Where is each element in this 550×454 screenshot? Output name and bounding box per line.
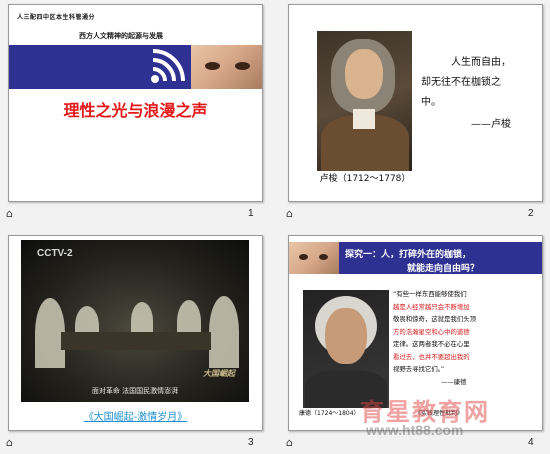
portrait-caption: 卢梭（1712～1778）	[319, 174, 411, 184]
video-link[interactable]: 《大国崛起-激情岁月》	[9, 408, 262, 423]
slide-marker-icon: ⌂	[286, 207, 293, 220]
slide-number-4: 4	[528, 437, 534, 448]
slide-marker-icon: ⌂	[6, 436, 13, 449]
inquiry-heading-line1: 探究一：人，打碎外在的枷锁，	[345, 250, 472, 260]
kant-quote: “有些一样东西能够使我们 越是人经常越只会不断增加 敬畏和惊奇，这就是我们头顶 …	[393, 290, 477, 386]
child-face-photo	[191, 45, 262, 89]
watermark-url: www.ht88.com	[366, 422, 464, 438]
eye-left	[205, 62, 220, 70]
rss-icon	[151, 49, 185, 83]
quote-text: 人生而自由， 却无往不在枷锁之 中。	[421, 57, 511, 108]
slide-thumbnail-1[interactable]: 人三配四中区本生科管通分 西方人文精神的起源与发展 理性之光与浪漫之声	[8, 4, 263, 202]
slide-header-small: 人三配四中区本生科管通分	[17, 14, 96, 21]
slide-number-1: 1	[248, 208, 254, 219]
video-subtitle: 面对革命 法国国民激情澎湃	[91, 387, 179, 395]
slide-number-3: 3	[248, 437, 254, 448]
slide-title: 理性之光与浪漫之声	[63, 101, 208, 120]
eye-right	[235, 62, 250, 70]
slide-marker-icon: ⌂	[6, 207, 13, 220]
inquiry-heading-line2: 就能走向自由吗？	[407, 264, 480, 274]
kant-portrait	[303, 290, 389, 408]
video-logo: 大国崛起	[203, 369, 235, 378]
channel-logo: CCTV-2	[37, 248, 73, 259]
slide-marker-icon: ⌂	[286, 436, 293, 449]
rousseau-portrait	[317, 31, 412, 171]
quote-author: ——卢梭	[471, 119, 511, 130]
slide-thumbnail-2[interactable]: 卢梭（1712～1778） 人生而自由， 却无往不在枷锁之 中。 ——卢梭	[288, 4, 543, 202]
slide-header-subtitle: 西方人文精神的起源与发展	[79, 32, 163, 40]
portrait-caption: 康德（1724～1804）	[299, 410, 360, 417]
child-face-photo	[289, 242, 339, 274]
video-frame[interactable]: CCTV-2 大国崛起 面对革命 法国国民激情澎湃	[21, 240, 249, 402]
slide-number-2: 2	[528, 208, 534, 219]
slide-thumbnail-3[interactable]: CCTV-2 大国崛起 面对革命 法国国民激情澎湃 《大国崛起-激情岁月》	[8, 235, 263, 431]
